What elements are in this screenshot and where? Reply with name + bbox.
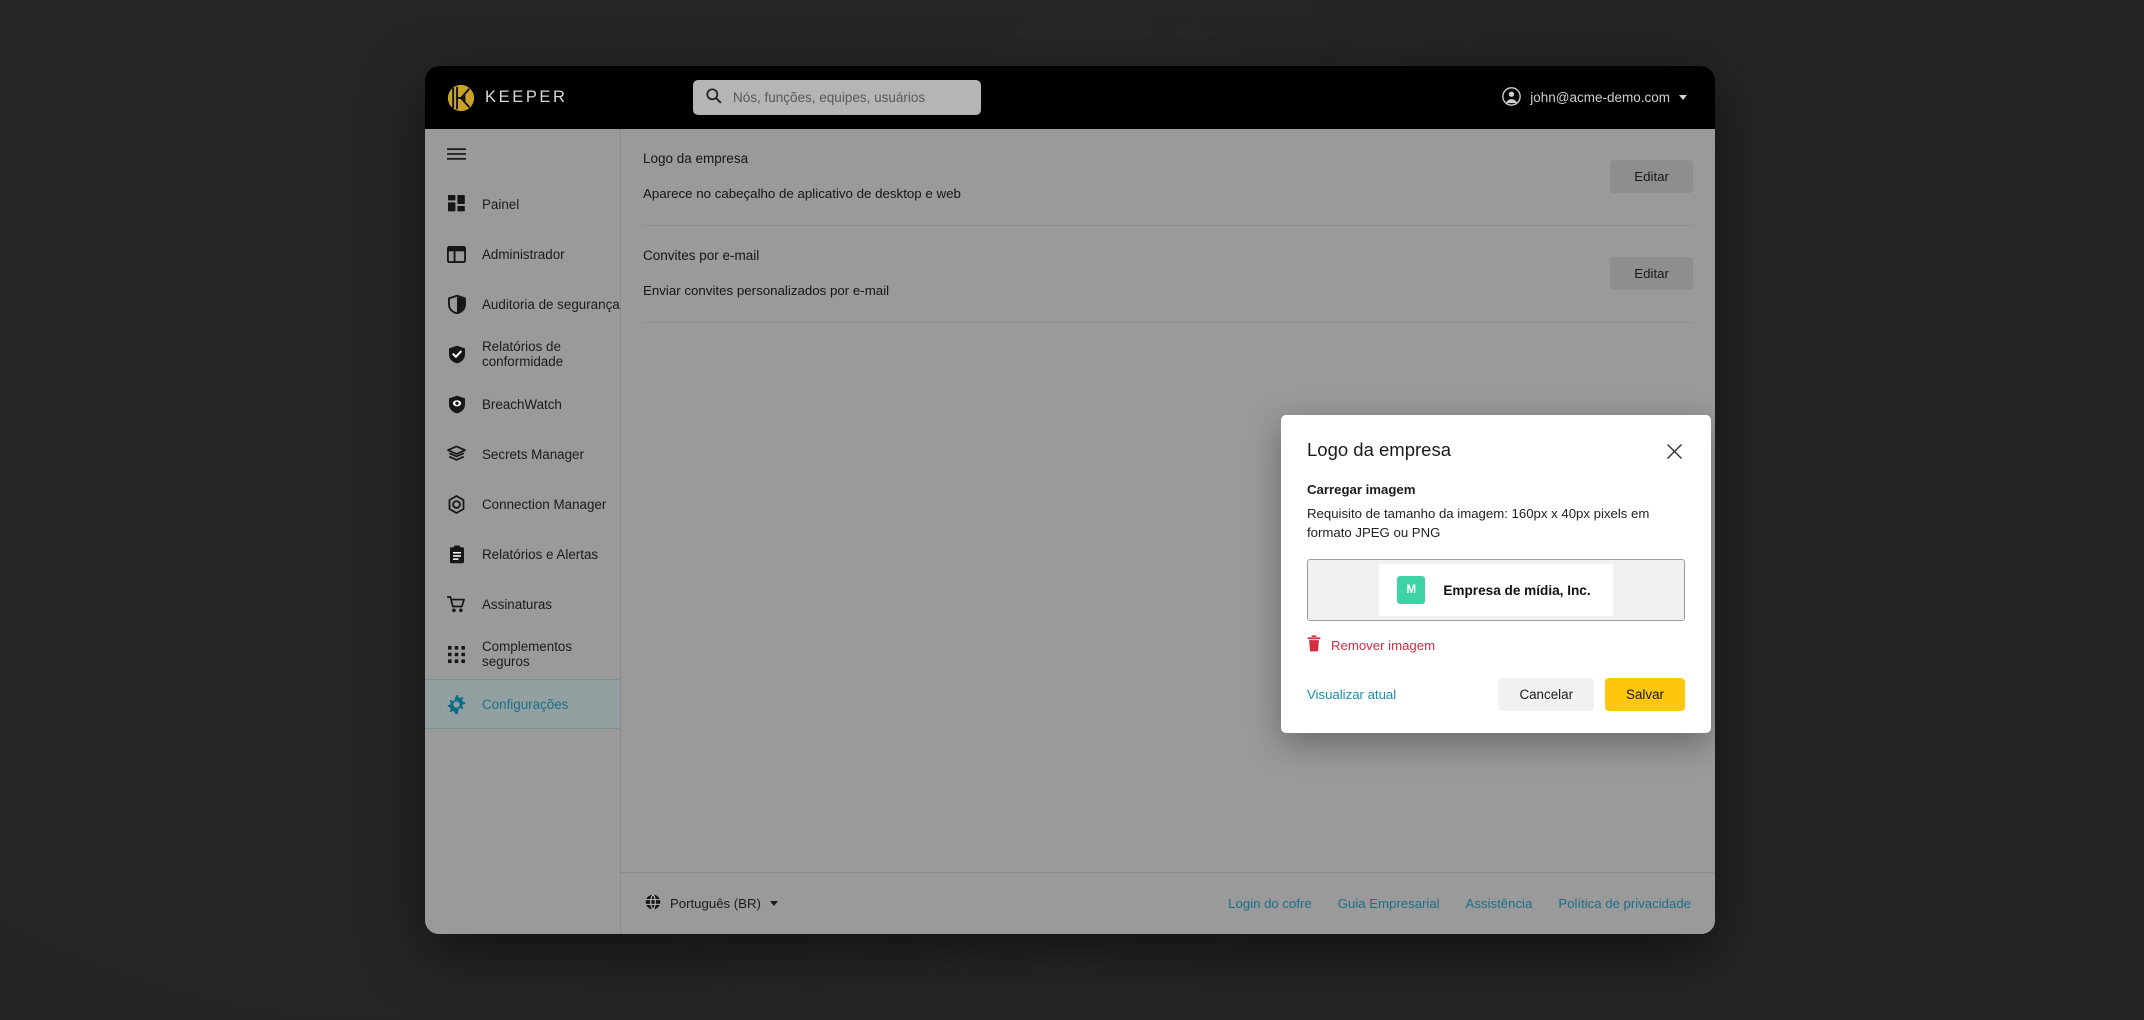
save-button[interactable]: Salvar: [1605, 678, 1685, 712]
sidebar-item-label: BreachWatch: [482, 396, 562, 412]
language-label: Português (BR): [670, 896, 761, 911]
sidebar-item-painel[interactable]: Painel: [425, 179, 620, 229]
admin-panel-icon: [447, 245, 466, 264]
sidebar-item-label: Assinaturas: [482, 596, 552, 612]
logo-tile: M: [1397, 576, 1426, 605]
remove-image-label: Remover imagem: [1331, 637, 1436, 653]
account-menu[interactable]: john@acme-demo.com: [1502, 86, 1693, 109]
setting-row-company-logo: Logo da empresa Aparece no cabeçalho de …: [643, 129, 1693, 226]
upload-heading: Carregar imagem: [1307, 482, 1416, 497]
cancel-button[interactable]: Cancelar: [1498, 678, 1595, 712]
modal-header: Logo da empresa: [1307, 439, 1685, 462]
sidebar-item-label: Configurações: [482, 696, 569, 712]
desktop-backdrop: KEEPER j: [0, 0, 2144, 1020]
logo-company-name: Empresa de mídia, Inc.: [1443, 582, 1591, 598]
sidebar-item-breachwatch[interactable]: BreachWatch: [425, 379, 620, 429]
footer-link-privacy-policy[interactable]: Política de privacidade: [1558, 896, 1691, 911]
top-navigation-bar: KEEPER j: [425, 66, 1715, 129]
modal-title: Logo da empresa: [1307, 439, 1451, 460]
sidebar: Painel Administrador Auditoria de segura…: [425, 129, 621, 934]
setting-title: Logo da empresa: [643, 151, 749, 166]
modal-footer: Visualizar atual Cancelar Salvar: [1307, 678, 1685, 712]
company-logo-modal: Logo da empresa Carregar imagem Requisit…: [1281, 415, 1711, 734]
footer-links: Login do cofre Guia Empresarial Assistên…: [1228, 896, 1691, 911]
remove-image-action[interactable]: Remover imagem: [1307, 635, 1685, 655]
sidebar-item-label: Administrador: [482, 246, 565, 262]
sidebar-item-label: Complementos seguros: [482, 639, 573, 669]
shield-eye-icon: [447, 395, 466, 414]
sidebar-item-label: Auditoria de segurança: [482, 296, 620, 312]
sidebar-item-connection-manager[interactable]: Connection Manager: [425, 479, 620, 529]
edit-company-logo-button[interactable]: Editar: [1610, 159, 1693, 193]
sidebar-item-secrets-manager[interactable]: Secrets Manager: [425, 429, 620, 479]
setting-row-email-invites: Convites por e-mail Enviar convites pers…: [643, 226, 1693, 323]
sidebar-item-relatorios-de-conformidade[interactable]: Relatórios de conformidade: [425, 329, 620, 379]
gear-icon: [447, 694, 466, 714]
setting-description: Enviar convites personalizados por e-mai…: [643, 283, 890, 298]
logo-dropzone[interactable]: M Empresa de mídia, Inc.: [1307, 559, 1685, 622]
search-icon: [705, 87, 722, 109]
close-icon[interactable]: [1664, 441, 1685, 462]
edit-email-invites-button[interactable]: Editar: [1610, 256, 1693, 290]
preview-current-link[interactable]: Visualizar atual: [1307, 687, 1396, 702]
chevron-down-icon: [769, 901, 778, 906]
search-box[interactable]: [693, 80, 981, 115]
sidebar-item-label: Secrets Manager: [482, 446, 584, 462]
sidebar-item-relatorios-e-alertas[interactable]: Relatórios e Alertas: [425, 529, 620, 579]
user-avatar-icon: [1502, 86, 1522, 109]
footer-link-vault-login[interactable]: Login do cofre: [1228, 896, 1312, 911]
setting-title: Convites por e-mail: [643, 248, 760, 263]
hexagon-node-icon: [447, 494, 466, 514]
footer-link-enterprise-guide[interactable]: Guia Empresarial: [1338, 896, 1440, 911]
search-input[interactable]: [733, 90, 971, 105]
sidebar-nav-list: Painel Administrador Auditoria de segura…: [425, 175, 620, 729]
setting-text-block: Logo da empresa Aparece no cabeçalho de …: [643, 151, 1610, 201]
sidebar-item-label: Painel: [482, 196, 520, 212]
footer-link-support[interactable]: Assistência: [1466, 896, 1533, 911]
dashboard-icon: [447, 195, 466, 214]
modal-action-buttons: Cancelar Salvar: [1498, 678, 1685, 712]
globe-icon: [645, 894, 661, 913]
chevron-down-icon: [1679, 95, 1687, 100]
language-selector[interactable]: Português (BR): [645, 894, 778, 913]
shield-check-icon: [447, 345, 466, 364]
grid-dots-icon: [447, 645, 466, 664]
sidebar-item-complementos-seguros[interactable]: Complementos seguros: [425, 629, 620, 679]
sidebar-item-administrador[interactable]: Administrador: [425, 229, 620, 279]
image-requirement-text: Requisito de tamanho da imagem: 160px x …: [1307, 506, 1650, 541]
account-email: john@acme-demo.com: [1530, 90, 1670, 105]
brand-name: KEEPER: [485, 88, 568, 106]
sidebar-item-label: Relatórios de conformidade: [482, 339, 564, 369]
shield-half-icon: [447, 294, 466, 314]
sidebar-item-auditoria-de-seguranca[interactable]: Auditoria de segurança: [425, 279, 620, 329]
brand-logo[interactable]: KEEPER: [447, 84, 643, 112]
sidebar-item-assinaturas[interactable]: Assinaturas: [425, 579, 620, 629]
trash-icon: [1307, 635, 1321, 655]
hamburger-menu-icon[interactable]: [425, 129, 620, 175]
setting-text-block: Convites por e-mail Enviar convites pers…: [643, 248, 1610, 298]
sidebar-item-label: Relatórios e Alertas: [482, 546, 599, 562]
layers-icon: [447, 445, 466, 464]
shopping-cart-icon: [447, 595, 466, 614]
sidebar-item-configuracoes[interactable]: Configurações: [425, 679, 620, 729]
app-window: KEEPER j: [425, 66, 1715, 934]
logo-preview: M Empresa de mídia, Inc.: [1379, 564, 1613, 617]
setting-description: Aparece no cabeçalho de aplicativo de de…: [643, 186, 961, 201]
app-footer: Português (BR) Login do cofre Guia Empre…: [621, 872, 1715, 934]
clipboard-icon: [447, 545, 466, 564]
sidebar-item-label: Connection Manager: [482, 496, 607, 512]
keeper-logo-icon: [447, 84, 475, 112]
